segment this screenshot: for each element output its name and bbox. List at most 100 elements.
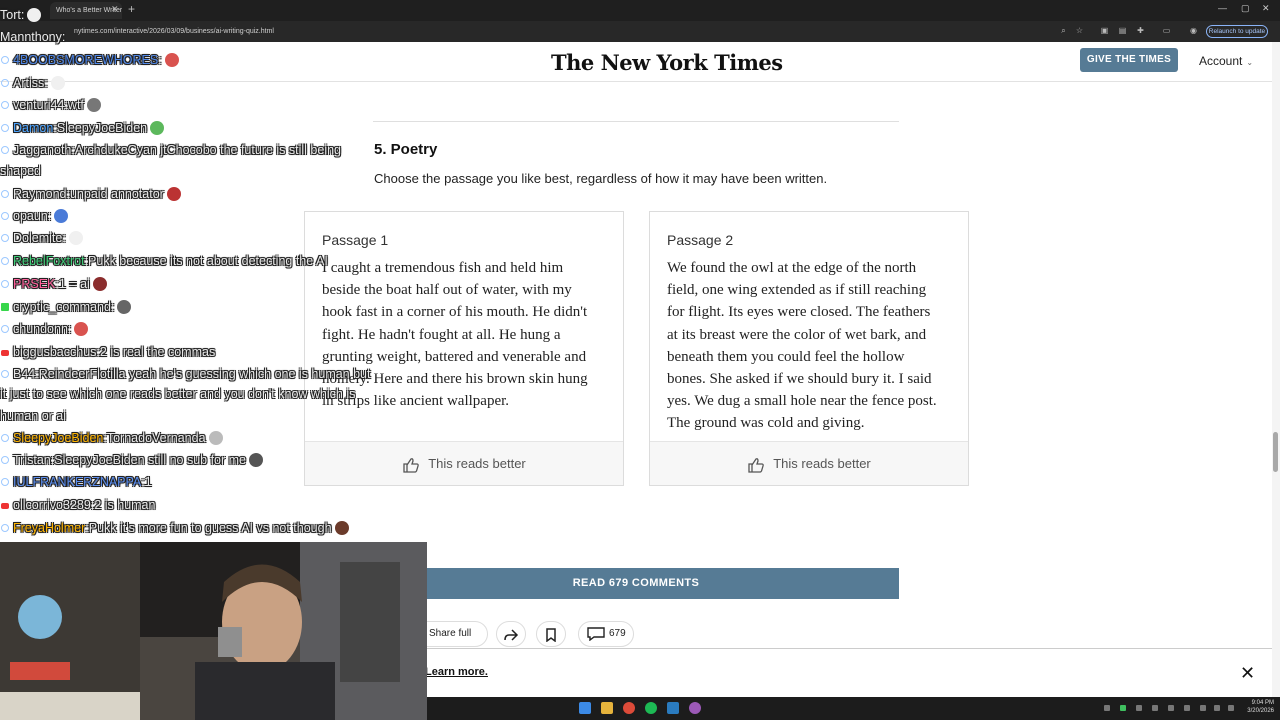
wifi-icon[interactable] <box>1200 705 1206 711</box>
chat-line-wrap: human or ai <box>0 409 67 423</box>
chat-badge-icon <box>1 146 9 154</box>
maximize-icon[interactable]: ▢ <box>1241 3 1250 14</box>
tray-icon[interactable] <box>1136 705 1142 711</box>
chrome-icon[interactable] <box>623 702 635 714</box>
nyt-logo[interactable]: The New York Times <box>551 50 783 75</box>
chat-separator: : <box>44 76 48 90</box>
chat-badge-icon <box>1 280 9 288</box>
chat-message: Jagganoth:ArchdukeCyan jtChocobo the fut… <box>0 143 341 157</box>
page-scrollbar[interactable] <box>1272 42 1280 697</box>
chat-username[interactable]: FreyaHolmer <box>13 521 85 535</box>
chat-username[interactable]: Tristan <box>13 453 51 467</box>
webcam-image <box>0 542 427 720</box>
chat-username[interactable]: ollcorrivo3289 <box>13 498 91 512</box>
chat-username[interactable]: venturi44 <box>13 98 64 112</box>
passage-card-1: Passage 1 I caught a tremendous fish and… <box>304 211 624 486</box>
chat-username[interactable]: Damon <box>13 121 53 135</box>
chat-username[interactable]: Mannthony <box>0 30 62 44</box>
chat-username[interactable]: IULFRANKERZNAPPA <box>13 475 141 489</box>
scrollbar-thumb[interactable] <box>1273 432 1278 472</box>
chat-username[interactable]: cryptic_command <box>13 300 111 314</box>
start-icon[interactable] <box>579 702 591 714</box>
chat-badge-icon <box>1 234 9 242</box>
zoom-icon[interactable]: ⌕ <box>1059 26 1068 35</box>
chat-username[interactable]: Tort <box>0 8 21 22</box>
thumbs-up-icon <box>403 457 419 473</box>
share-icon-button[interactable] <box>496 621 526 647</box>
volume-icon[interactable] <box>1214 705 1220 711</box>
chat-username[interactable]: Raymond <box>13 187 67 201</box>
chat-emote-icon <box>74 322 89 336</box>
chat-message: Tristan:SleepyJoeBiden still no sub for … <box>0 453 264 467</box>
chat-username[interactable]: opaun <box>13 209 48 223</box>
close-window-icon[interactable]: ✕ <box>1262 3 1270 14</box>
passage-card-2: Passage 2 We found the owl at the edge o… <box>649 211 969 486</box>
bookmark-star-icon[interactable]: ☆ <box>1075 26 1084 35</box>
steam-icon[interactable] <box>667 702 679 714</box>
vote-button-passage-2[interactable]: This reads better <box>650 441 968 485</box>
chat-username[interactable]: Jagganoth <box>13 143 71 157</box>
chat-badge-icon <box>1 434 9 442</box>
chat-message: Damon:SleepyJoeBiden <box>0 121 165 135</box>
tray-icon[interactable] <box>1152 705 1158 711</box>
chat-separator: : <box>62 231 66 245</box>
chat-message: opaun: <box>0 209 69 223</box>
address-bar[interactable]: nytimes.com/interactive/2026/03/09/busin… <box>74 25 1034 38</box>
spotify-icon[interactable] <box>645 702 657 714</box>
clock[interactable]: 9:04 PM 3/20/2026 <box>1240 699 1274 715</box>
profile-icon[interactable]: ◉ <box>1189 26 1198 35</box>
chat-badge-icon <box>1 478 9 486</box>
thumbs-up-icon <box>748 457 764 473</box>
minimize-icon[interactable]: — <box>1218 3 1227 13</box>
account-menu[interactable]: Account ⌄ <box>1199 54 1253 68</box>
bookmark-icon <box>546 628 556 643</box>
read-comments-button[interactable]: READ 679 COMMENTS <box>373 568 899 599</box>
tray-icon[interactable] <box>1104 705 1110 711</box>
extension-icon[interactable]: ▣ <box>1100 26 1109 35</box>
chat-username[interactable]: 4BOOBSMOREWHORES <box>13 53 158 67</box>
tab-close-icon[interactable]: ✕ <box>111 4 119 15</box>
chat-username[interactable]: biggusbacchus <box>13 345 96 359</box>
chat-text: 1 = ai <box>58 277 90 291</box>
tray-icon[interactable] <box>1120 705 1126 711</box>
give-the-times-button[interactable]: GIVE THE TIMES <box>1080 48 1178 72</box>
puzzle-icon[interactable]: ✚ <box>1136 26 1145 35</box>
chat-text: wtf <box>67 98 84 112</box>
chat-username[interactable]: Artiss <box>13 76 44 90</box>
chat-username[interactable]: chundonn <box>13 322 68 336</box>
chat-text: SleepyJoeBiden still no sub for me <box>54 453 247 467</box>
chat-emote-icon <box>50 76 65 90</box>
tray-icon[interactable] <box>1184 705 1190 711</box>
learn-more-link[interactable]: Learn more. <box>425 666 488 678</box>
chat-username[interactable]: Dolemite <box>13 231 62 245</box>
close-icon[interactable]: ✕ <box>1240 663 1255 684</box>
chat-username[interactable]: RebelFoxtrot <box>13 254 85 268</box>
clock-time: 9:04 PM <box>1251 700 1274 706</box>
chat-message: Mannthony: <box>0 30 65 44</box>
chat-emote-icon <box>54 209 69 223</box>
relaunch-update-button[interactable]: Relaunch to update <box>1206 25 1268 38</box>
tray-icon[interactable] <box>1168 705 1174 711</box>
chat-line-wrap: shaped <box>0 164 42 178</box>
extension-icon[interactable]: ▤ <box>1118 26 1127 35</box>
nyt-header: The New York Times GIVE THE TIMES Accoun… <box>0 42 1272 82</box>
chat-text: TornadoVernanda <box>106 431 206 445</box>
new-tab-icon[interactable]: + <box>128 2 135 16</box>
app-icon[interactable] <box>689 702 701 714</box>
file-explorer-icon[interactable] <box>601 702 613 714</box>
chat-username[interactable]: B44 <box>13 367 35 381</box>
chat-emote-icon <box>27 8 42 22</box>
chat-username[interactable]: SleepyJoeBiden <box>13 431 103 445</box>
chat-badge-icon <box>1 101 9 109</box>
chat-username[interactable]: PRSEK <box>13 277 55 291</box>
chat-emote-icon <box>208 431 223 445</box>
sidebar-icon[interactable]: ▭ <box>1162 26 1171 35</box>
battery-icon[interactable] <box>1228 705 1234 711</box>
vote-label: This reads better <box>773 456 871 471</box>
chat-text: Pukk because its not about detecting the… <box>88 254 328 268</box>
comments-count-button[interactable]: 679 <box>578 621 634 647</box>
vote-button-passage-1[interactable]: This reads better <box>305 441 623 485</box>
chat-badge-icon <box>1 370 9 378</box>
chat-message: venturi44:wtf <box>0 98 101 112</box>
save-bookmark-button[interactable] <box>536 621 566 647</box>
